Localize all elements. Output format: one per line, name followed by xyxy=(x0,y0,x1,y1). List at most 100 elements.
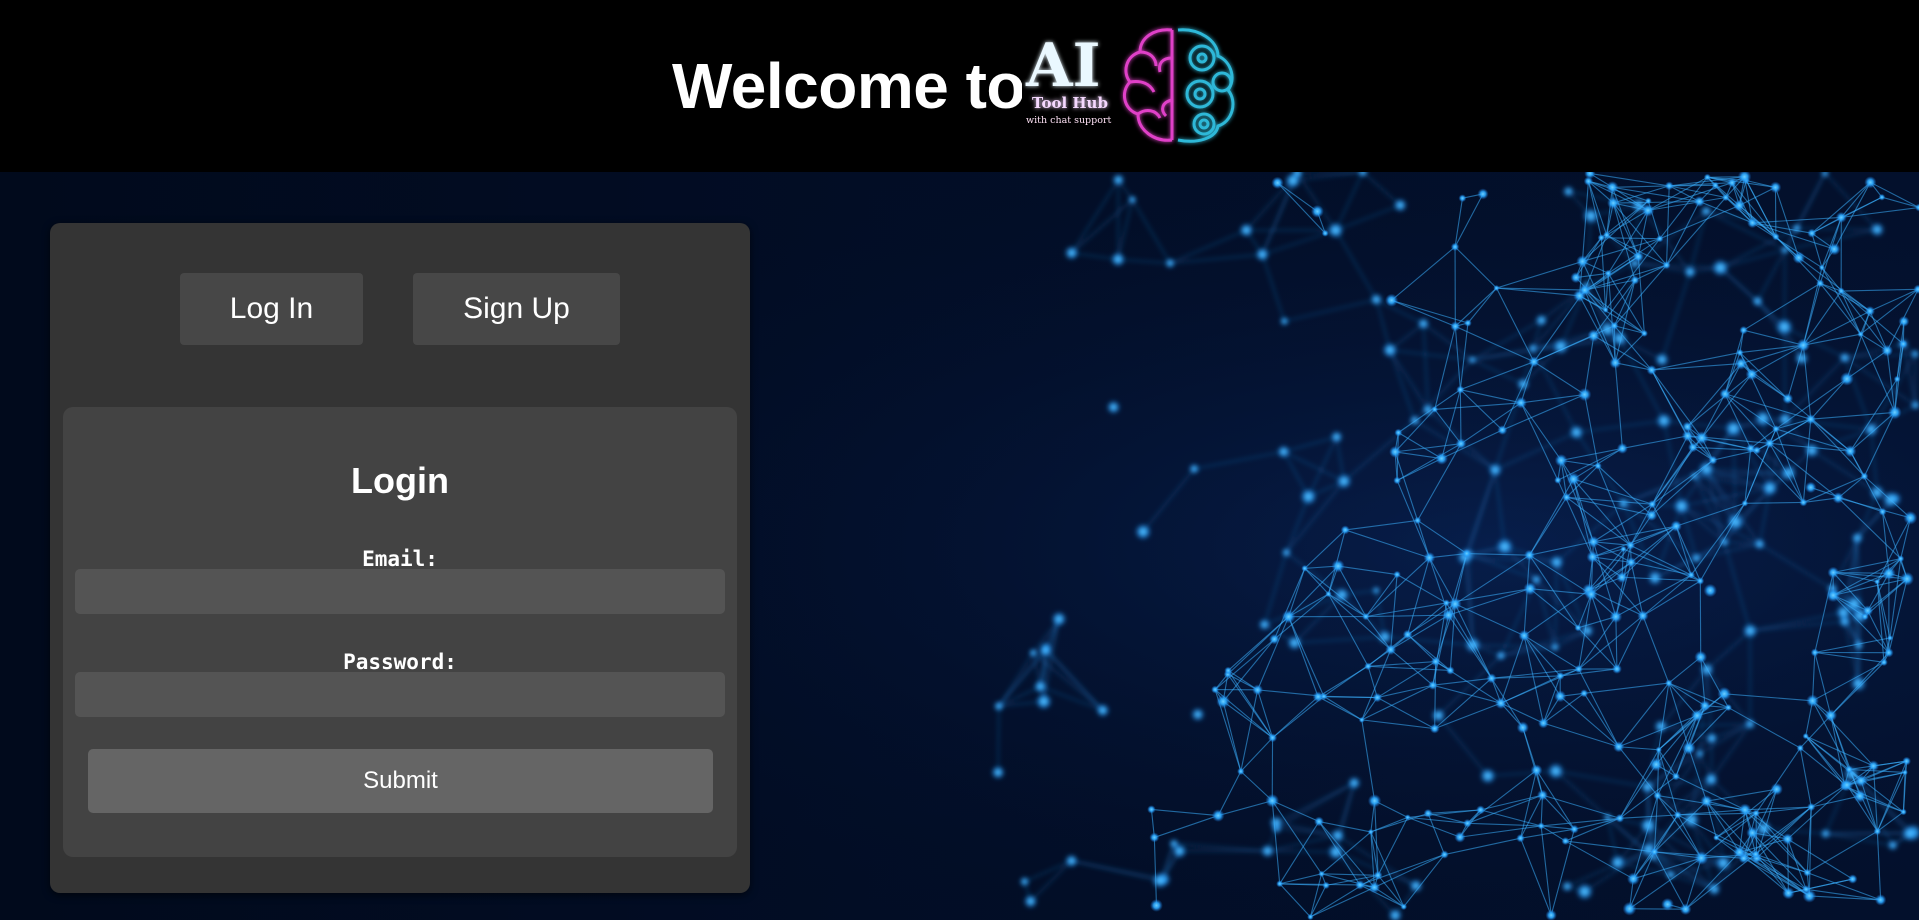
network-node xyxy=(1267,733,1278,743)
logo-sub-text: Tool Hub xyxy=(1032,94,1108,112)
submit-button[interactable]: Submit xyxy=(88,749,713,813)
network-node xyxy=(1722,193,1730,202)
network-node xyxy=(1515,396,1527,409)
network-node xyxy=(1626,872,1640,886)
network-node xyxy=(1620,545,1627,553)
network-node xyxy=(1549,555,1564,570)
network-node xyxy=(1476,805,1486,815)
network-node xyxy=(1673,497,1690,515)
network-node xyxy=(1394,428,1403,437)
network-node xyxy=(1682,741,1696,755)
network-node xyxy=(1569,824,1579,834)
network-node xyxy=(1903,510,1918,525)
network-node xyxy=(1190,707,1205,722)
tab-log-in[interactable]: Log In xyxy=(180,273,363,345)
network-node xyxy=(1752,809,1760,818)
network-node xyxy=(1609,356,1622,369)
network-node xyxy=(1770,782,1783,796)
network-node xyxy=(1820,828,1831,839)
network-node xyxy=(1804,442,1820,458)
network-node xyxy=(1536,789,1549,801)
network-node xyxy=(1690,709,1704,722)
network-node xyxy=(1832,492,1844,504)
network-node xyxy=(1320,692,1328,701)
logo-tagline: with chat support xyxy=(1026,115,1111,126)
network-node xyxy=(1695,431,1709,445)
network-node xyxy=(1691,552,1702,564)
network-node xyxy=(1607,196,1620,210)
network-node xyxy=(1807,802,1816,812)
network-node xyxy=(1609,610,1623,623)
network-node xyxy=(1276,880,1284,888)
network-node xyxy=(1816,279,1825,288)
network-node xyxy=(1566,472,1581,486)
network-node xyxy=(1717,686,1732,701)
network-node xyxy=(1703,173,1712,181)
network-node xyxy=(1696,577,1705,585)
network-node xyxy=(1713,834,1720,841)
network-node xyxy=(1368,881,1381,894)
email-field[interactable] xyxy=(75,569,725,614)
network-node xyxy=(1486,673,1497,684)
network-node xyxy=(1404,814,1411,821)
network-node xyxy=(1851,532,1864,544)
network-node xyxy=(1641,203,1655,217)
network-node xyxy=(1806,694,1819,708)
network-node xyxy=(1671,772,1681,781)
network-node xyxy=(1769,181,1782,194)
network-node xyxy=(1578,284,1591,296)
network-node xyxy=(1458,194,1467,203)
network-link xyxy=(1669,184,1716,187)
network-node xyxy=(1857,330,1864,338)
network-node xyxy=(1683,265,1697,279)
network-node xyxy=(1705,732,1718,745)
network-node xyxy=(1334,587,1350,603)
network-node xyxy=(1711,181,1720,190)
network-node xyxy=(1255,247,1270,262)
page-header: Welcome to AI Tool Hub with chat support xyxy=(0,0,1919,172)
network-node xyxy=(1450,321,1461,332)
network-node xyxy=(1497,425,1508,436)
network-node xyxy=(1562,185,1575,198)
network-node xyxy=(1327,843,1345,861)
password-field[interactable] xyxy=(75,672,725,717)
network-node xyxy=(1902,756,1912,766)
network-node xyxy=(1318,870,1325,878)
network-node xyxy=(1462,548,1472,559)
network-node xyxy=(1435,452,1448,465)
network-node xyxy=(1887,840,1898,851)
network-node xyxy=(1682,421,1693,432)
network-node xyxy=(1900,808,1907,816)
network-node xyxy=(1747,217,1758,229)
network-node xyxy=(1734,357,1748,370)
network-node xyxy=(1764,438,1775,449)
network-node xyxy=(1456,385,1465,394)
network-node xyxy=(1594,462,1602,470)
network-node xyxy=(1802,732,1809,740)
network-node xyxy=(1445,666,1455,675)
network-node xyxy=(1106,400,1121,415)
network-node xyxy=(1576,882,1594,901)
tab-sign-up[interactable]: Sign Up xyxy=(413,273,620,345)
network-node xyxy=(1644,197,1652,205)
network-node xyxy=(1431,405,1439,413)
network-node xyxy=(1393,570,1401,579)
network-node xyxy=(1653,791,1662,800)
network-node xyxy=(1367,794,1382,808)
network-node xyxy=(1151,872,1168,889)
network-node xyxy=(1625,557,1637,568)
network-node xyxy=(1727,177,1738,188)
network-node xyxy=(1530,764,1543,777)
network-node xyxy=(1900,571,1915,586)
network-node xyxy=(1650,847,1659,857)
network-node xyxy=(1331,559,1345,573)
network-node xyxy=(1741,499,1749,507)
network-node xyxy=(1284,172,1302,189)
network-node xyxy=(1164,257,1176,269)
network-node xyxy=(1654,352,1670,367)
network-node xyxy=(1736,348,1744,357)
network-node xyxy=(1330,828,1345,843)
network-node xyxy=(1547,762,1565,780)
network-node xyxy=(1535,314,1548,327)
network-node xyxy=(1523,582,1537,596)
